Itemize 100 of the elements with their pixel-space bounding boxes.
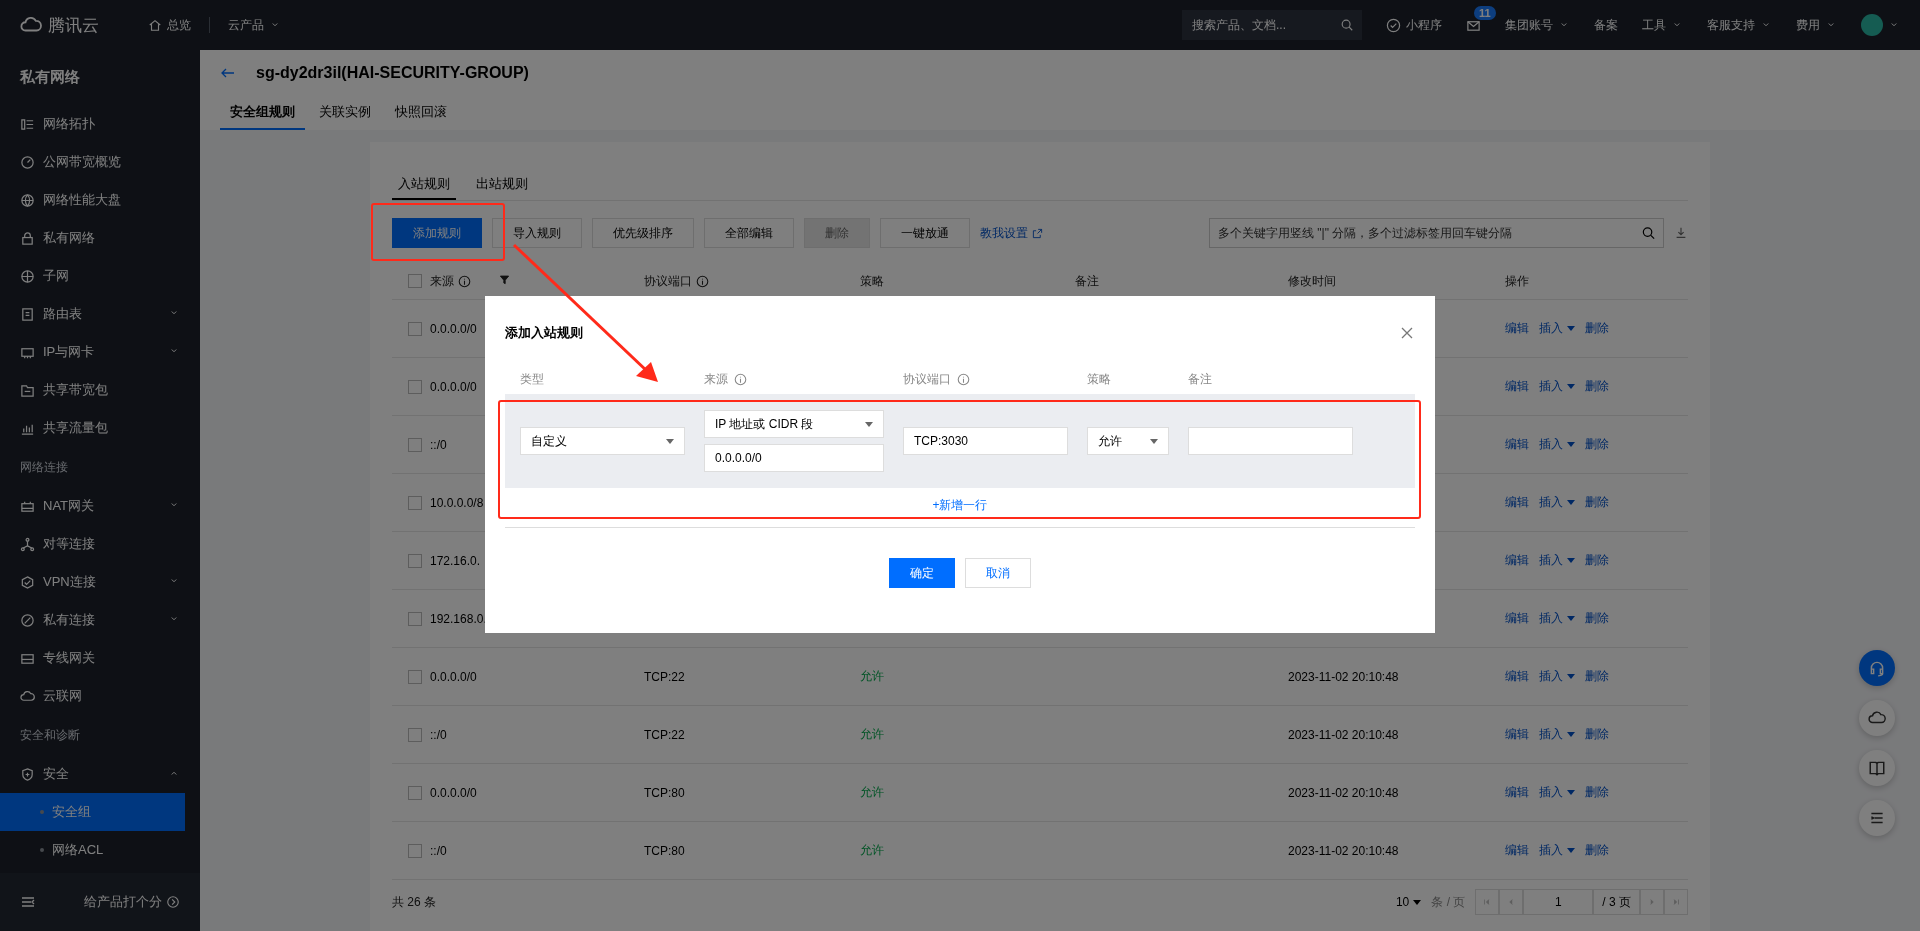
- source-type-select[interactable]: IP 地址或 CIDR 段: [704, 410, 884, 438]
- top-menu-item[interactable]: 工具: [1642, 16, 1683, 34]
- dialog-button[interactable]: 确定: [889, 558, 955, 588]
- support-button[interactable]: [1859, 650, 1895, 686]
- remark-input[interactable]: [1188, 427, 1353, 455]
- sidebar-item[interactable]: 共享流量包: [0, 409, 200, 447]
- toolbar-button[interactable]: 导入规则: [492, 218, 582, 248]
- top-menu-item[interactable]: 费用: [1796, 16, 1837, 34]
- sidebar-item[interactable]: 路由表: [0, 295, 200, 333]
- type-select[interactable]: 自定义: [520, 427, 685, 455]
- action-link[interactable]: 插入: [1539, 552, 1575, 569]
- action-link[interactable]: 插入: [1539, 842, 1575, 859]
- sidebar-item[interactable]: 对等连接: [0, 525, 200, 563]
- action-link[interactable]: 删除: [1585, 436, 1609, 453]
- action-link[interactable]: 编辑: [1505, 610, 1529, 627]
- sidebar-item[interactable]: 共享带宽包: [0, 371, 200, 409]
- sidebar-item[interactable]: NAT网关: [0, 487, 200, 525]
- action-link[interactable]: 编辑: [1505, 436, 1529, 453]
- sidebar-item[interactable]: 安全: [0, 755, 200, 793]
- mini-program-link[interactable]: 小程序: [1386, 16, 1442, 34]
- row-checkbox[interactable]: [408, 379, 422, 394]
- sidebar-item[interactable]: VPN连接: [0, 563, 200, 601]
- sidebar-item[interactable]: 专线网关: [0, 639, 200, 677]
- action-link[interactable]: 插入: [1539, 378, 1575, 395]
- sidebar-item[interactable]: 安全组: [0, 793, 185, 831]
- download-button[interactable]: [1674, 226, 1688, 240]
- row-checkbox[interactable]: [408, 553, 422, 568]
- prev-page-button[interactable]: [1499, 889, 1524, 915]
- sidebar-item[interactable]: 私有网络: [0, 219, 200, 257]
- port-input[interactable]: TCP:3030: [903, 427, 1068, 455]
- help-link[interactable]: 教我设置: [980, 224, 1043, 242]
- dialog-button[interactable]: 取消: [965, 558, 1031, 588]
- search-field[interactable]: 多个关键字用竖线 "|" 分隔，多个过滤标签用回车键分隔: [1209, 218, 1664, 248]
- action-link[interactable]: 编辑: [1505, 726, 1529, 743]
- action-link[interactable]: 插入: [1539, 668, 1575, 685]
- action-link[interactable]: 插入: [1539, 436, 1575, 453]
- sidebar-item[interactable]: 子网: [0, 257, 200, 295]
- row-checkbox[interactable]: [408, 727, 422, 742]
- top-menu-item[interactable]: 集团账号: [1505, 16, 1570, 34]
- sidebar-item[interactable]: 网络拓扑: [0, 105, 200, 143]
- add-row-link[interactable]: +新增一行: [926, 496, 994, 515]
- feedback-link[interactable]: 给产品打个分: [84, 893, 180, 911]
- docs-button[interactable]: [1859, 750, 1895, 786]
- row-checkbox[interactable]: [408, 669, 422, 684]
- toolbar-button[interactable]: 全部编辑: [704, 218, 794, 248]
- avatar[interactable]: [1861, 14, 1883, 36]
- page-tab[interactable]: 快照回滚: [385, 96, 457, 130]
- action-link[interactable]: 删除: [1585, 552, 1609, 569]
- page-tab[interactable]: 安全组规则: [220, 96, 305, 130]
- sidebar-item[interactable]: 公网带宽概览: [0, 143, 200, 181]
- overview-link[interactable]: 总览: [148, 16, 191, 34]
- action-link[interactable]: 插入: [1539, 726, 1575, 743]
- action-link[interactable]: 删除: [1585, 842, 1609, 859]
- last-page-button[interactable]: [1664, 889, 1688, 915]
- row-checkbox[interactable]: [408, 611, 422, 626]
- action-link[interactable]: 编辑: [1505, 320, 1529, 337]
- products-menu[interactable]: 云产品: [228, 16, 281, 34]
- sidebar-item[interactable]: IP与网卡: [0, 333, 200, 371]
- action-link[interactable]: 删除: [1585, 610, 1609, 627]
- action-link[interactable]: 插入: [1539, 610, 1575, 627]
- action-link[interactable]: 编辑: [1505, 784, 1529, 801]
- sidebar-item[interactable]: 网络性能大盘: [0, 181, 200, 219]
- row-checkbox[interactable]: [408, 321, 422, 336]
- action-link[interactable]: 删除: [1585, 494, 1609, 511]
- first-page-button[interactable]: [1475, 889, 1500, 915]
- action-link[interactable]: 编辑: [1505, 668, 1529, 685]
- search-field[interactable]: 搜索产品、文档...: [1182, 10, 1362, 40]
- row-checkbox[interactable]: [408, 437, 422, 452]
- outline-button[interactable]: [1859, 800, 1895, 836]
- top-menu-item[interactable]: 备案: [1594, 16, 1618, 34]
- action-link[interactable]: 删除: [1585, 320, 1609, 337]
- action-link[interactable]: 删除: [1585, 378, 1609, 395]
- action-link[interactable]: 删除: [1585, 784, 1609, 801]
- action-link[interactable]: 编辑: [1505, 378, 1529, 395]
- row-checkbox[interactable]: [408, 495, 422, 510]
- row-checkbox[interactable]: [408, 843, 422, 858]
- action-link[interactable]: 编辑: [1505, 494, 1529, 511]
- toolbar-button[interactable]: 添加规则: [392, 218, 482, 248]
- sidebar-item[interactable]: 网络ACL: [0, 831, 200, 869]
- page-input[interactable]: 1: [1523, 889, 1594, 915]
- action-link[interactable]: 删除: [1585, 668, 1609, 685]
- next-page-button[interactable]: [1640, 889, 1664, 915]
- select-all-checkbox[interactable]: [408, 274, 422, 288]
- toolbar-button[interactable]: 一键放通: [880, 218, 970, 248]
- action-link[interactable]: 删除: [1585, 726, 1609, 743]
- action-link[interactable]: 编辑: [1505, 842, 1529, 859]
- action-link[interactable]: 插入: [1539, 784, 1575, 801]
- top-menu-item[interactable]: 客服支持: [1707, 16, 1772, 34]
- sidebar-item[interactable]: 私有连接: [0, 601, 200, 639]
- row-checkbox[interactable]: [408, 785, 422, 800]
- policy-select[interactable]: 允许: [1087, 427, 1169, 455]
- action-link[interactable]: 插入: [1539, 494, 1575, 511]
- sidebar-item[interactable]: 云联网: [0, 677, 200, 715]
- rules-tab[interactable]: 出站规则: [470, 170, 534, 200]
- rules-tab[interactable]: 入站规则: [392, 170, 456, 200]
- source-input[interactable]: 0.0.0.0/0: [704, 444, 884, 472]
- cloud-button[interactable]: [1859, 700, 1895, 736]
- page-size-select[interactable]: 10: [1395, 895, 1422, 909]
- action-link[interactable]: 编辑: [1505, 552, 1529, 569]
- toolbar-button[interactable]: 优先级排序: [592, 218, 694, 248]
